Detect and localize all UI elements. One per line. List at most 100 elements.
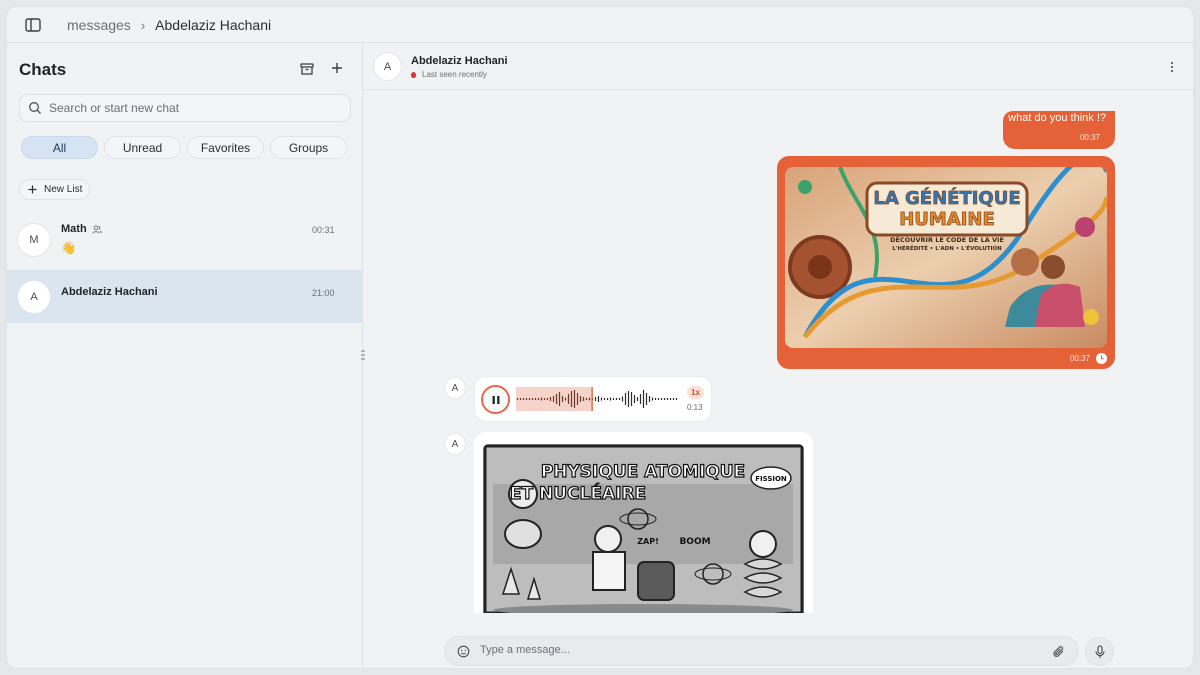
genetics-title-2: HUMAINE	[899, 209, 995, 230]
waveform-bar	[624, 393, 627, 405]
waveform-bar	[621, 396, 624, 402]
physics-illustration: PHYSIQUE ATOMIQUE ET NUCLÉAIRE FISSION Z…	[483, 444, 804, 613]
chat-name: Abdelaziz Hachani	[61, 286, 158, 298]
delivery-status-icon	[1096, 353, 1107, 364]
waveform-bar	[660, 398, 663, 400]
waveform-bar	[582, 397, 585, 401]
waveform-bar	[639, 394, 642, 404]
chat-time: 00:31	[312, 225, 335, 235]
waveform-bar	[519, 398, 522, 400]
peer-name[interactable]: Abdelaziz Hachani	[411, 55, 508, 67]
waveform-bar	[537, 398, 540, 400]
waveform-bar	[603, 398, 606, 400]
filter-unread[interactable]: Unread	[104, 136, 181, 159]
waveform-bar	[525, 398, 528, 400]
waveform-bar	[576, 393, 579, 405]
chat-preview: 👋	[61, 241, 76, 255]
message-bubble-outgoing[interactable]: what do you think !? 00:37	[1003, 111, 1115, 149]
waveform-bar	[546, 398, 549, 400]
microphone-icon	[1094, 644, 1105, 658]
physics-title-2: ET NUCLÉAIRE	[510, 482, 646, 504]
chat-name-text: Math	[61, 223, 87, 235]
waveform-bar	[615, 398, 618, 400]
genetics-subtitle-2: L'HÉRÉDITÉ • L'ADN • L'ÉVOLUTION	[892, 244, 1002, 252]
more-options-icon[interactable]	[1169, 60, 1175, 74]
physics-boom: BOOM	[679, 537, 710, 547]
attachment-icon[interactable]	[1052, 644, 1066, 659]
status-dot-icon	[411, 71, 416, 78]
voice-message: 1x 0:13	[474, 376, 712, 422]
waveform-bar	[612, 398, 615, 400]
peer-avatar-small: A	[444, 377, 466, 399]
chevron-right-icon: ›	[140, 17, 146, 33]
breadcrumb-messages[interactable]: messages	[67, 17, 131, 33]
waveform-bar	[672, 398, 675, 400]
conversation-header: A Abdelaziz Hachani Last seen recently	[363, 43, 1193, 90]
plus-icon	[28, 185, 37, 194]
chat-name: Math	[61, 223, 102, 235]
physics-zap: ZAP!	[637, 537, 659, 546]
new-list-label: New List	[44, 184, 83, 195]
pause-button[interactable]	[481, 385, 510, 414]
chat-sidebar: Chats All Unread Favorites Groups	[7, 43, 365, 668]
waveform-bar	[633, 395, 636, 403]
voice-duration: 0:13	[687, 403, 703, 412]
filter-all[interactable]: All	[21, 136, 98, 159]
image-message-outgoing[interactable]: LA GÉNÉTIQUE HUMAINE DÉCOUVRIR LE CODE D…	[777, 156, 1115, 369]
message-input[interactable]	[480, 644, 1040, 656]
playback-speed-button[interactable]: 1x	[687, 386, 704, 399]
waveform-bar	[570, 391, 573, 407]
search-input[interactable]	[49, 101, 339, 115]
filter-favorites[interactable]: Favorites	[187, 136, 264, 159]
waveform-bar	[630, 392, 633, 406]
avatar: M	[17, 223, 51, 257]
pause-icon	[492, 395, 499, 404]
waveform-bar	[666, 398, 669, 400]
emoji-icon[interactable]	[457, 645, 470, 658]
waveform-bar	[609, 397, 612, 401]
chat-item-abdelaziz[interactable]: A Abdelaziz Hachani 21:00	[7, 270, 362, 323]
peer-status: Last seen recently	[411, 70, 487, 79]
conversation-pane: A Abdelaziz Hachani Last seen recently w…	[363, 43, 1193, 668]
waveform-bar	[558, 392, 561, 406]
message-composer	[444, 636, 1079, 666]
waveform-bar	[663, 398, 666, 400]
waveform-bar	[606, 398, 609, 400]
waveform-bar	[564, 397, 567, 401]
search-box	[19, 94, 351, 122]
voice-record-button[interactable]	[1085, 637, 1114, 666]
avatar: A	[17, 280, 51, 314]
plus-icon[interactable]	[329, 60, 345, 76]
waveform-bar	[552, 396, 555, 402]
message-time: 00:37	[1079, 133, 1100, 142]
physics-image[interactable]: PHYSIQUE ATOMIQUE ET NUCLÉAIRE FISSION Z…	[483, 444, 804, 613]
filter-groups[interactable]: Groups	[270, 136, 347, 159]
new-list-button[interactable]: New List	[19, 179, 90, 200]
waveform-bar	[531, 398, 534, 400]
peer-avatar[interactable]: A	[373, 52, 402, 81]
breadcrumb-current: Abdelaziz Hachani	[155, 17, 272, 33]
waveform-bar	[540, 397, 543, 401]
waveform-bar	[675, 398, 678, 400]
waveform-bar	[555, 394, 558, 404]
voice-waveform[interactable]	[516, 387, 678, 411]
waveform-bar	[657, 398, 660, 400]
breadcrumb: messages › Abdelaziz Hachani	[67, 17, 271, 33]
waveform-bar	[516, 398, 519, 400]
peer-avatar-small: A	[444, 433, 466, 455]
chat-item-math[interactable]: M Math 00:31 👋	[7, 213, 362, 266]
sidebar-panel-icon[interactable]	[24, 16, 42, 34]
group-icon	[92, 224, 102, 234]
waveform-bar	[669, 398, 672, 400]
genetics-image[interactable]: LA GÉNÉTIQUE HUMAINE DÉCOUVRIR LE CODE D…	[785, 167, 1107, 348]
message-text: what do you think !?	[1008, 112, 1106, 124]
waveform-bar	[636, 397, 639, 401]
waveform-bar	[543, 398, 546, 400]
archive-icon[interactable]	[299, 61, 315, 77]
waveform-bar	[579, 396, 582, 402]
waveform-bar	[594, 397, 597, 401]
app-window: messages › Abdelaziz Hachani Chats All U…	[6, 6, 1194, 669]
waveform-bar	[654, 398, 657, 400]
image-message-incoming[interactable]: PHYSIQUE ATOMIQUE ET NUCLÉAIRE FISSION Z…	[474, 432, 813, 613]
top-bar: messages › Abdelaziz Hachani	[7, 7, 1193, 43]
